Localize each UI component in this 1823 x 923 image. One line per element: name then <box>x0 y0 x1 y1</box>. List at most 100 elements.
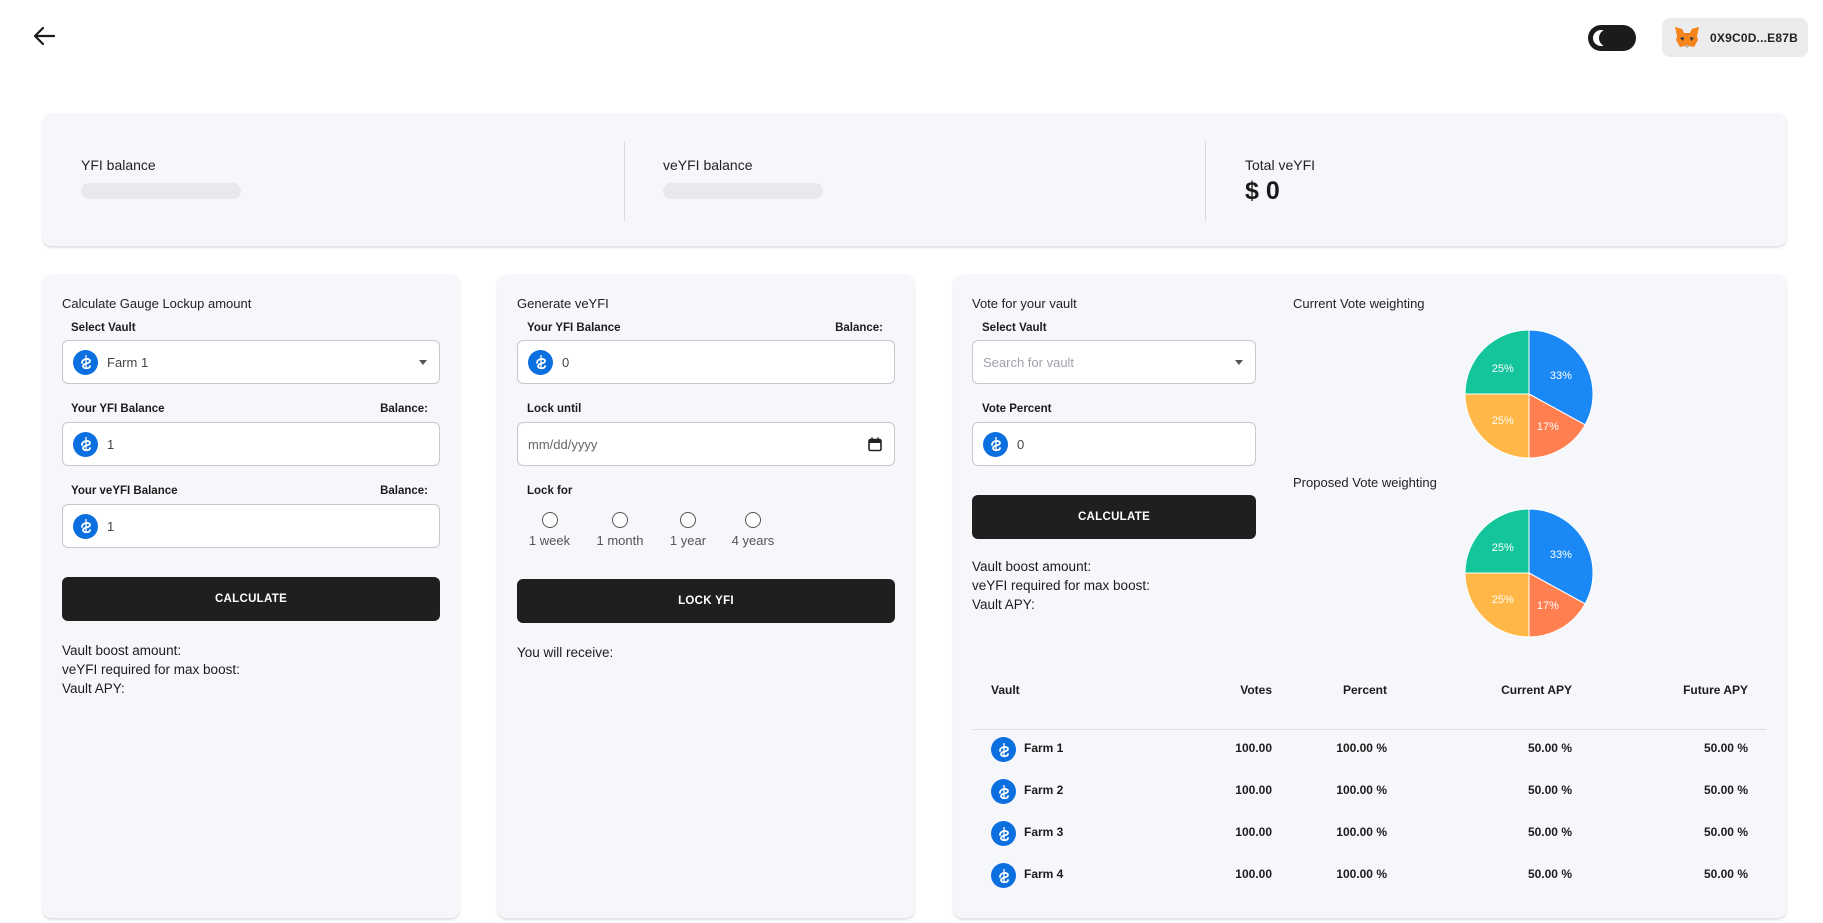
yfi-balance-label: YFI balance <box>81 157 156 173</box>
radio-button[interactable] <box>680 512 696 528</box>
vault-search-select[interactable]: Search for vault <box>972 340 1256 384</box>
balance-panel: YFI balance veYFI balance Total veYFI $ … <box>42 113 1787 246</box>
farm-token-icon <box>991 863 1016 888</box>
lock-option-4-years[interactable]: 4 years <box>729 512 777 548</box>
yfi-balance-field-label: Your YFI Balance <box>71 403 165 415</box>
divider <box>624 141 625 221</box>
future-apy-cell: 50.00 % <box>1703 783 1748 797</box>
veyfi-balance-input[interactable]: 1 <box>62 504 440 548</box>
farm-token-icon <box>991 737 1016 762</box>
you-will-receive: You will receive: <box>517 645 614 660</box>
vault-name-cell: Farm 3 <box>1024 825 1064 839</box>
card-title: Calculate Gauge Lockup amount <box>62 296 252 311</box>
pie-slice-label: 25% <box>1492 594 1514 606</box>
proposed-vote-weighting-pie: 33% 17% 25% 25% <box>1464 508 1594 638</box>
lock-option-label: 1 week <box>528 533 571 548</box>
select-vault-label: Select Vault <box>982 322 1047 334</box>
pie-slice-label: 17% <box>1537 600 1559 612</box>
total-veyfi-value: $ 0 <box>1245 177 1280 205</box>
yfi-token-icon <box>528 349 553 375</box>
future-apy-cell: 50.00 % <box>1703 867 1748 881</box>
veyfi-balance-label: veYFI balance <box>663 157 753 173</box>
yfi-balance-skeleton <box>81 183 241 199</box>
calculate-button[interactable]: CALCULATE <box>62 577 440 621</box>
metamask-fox-icon <box>1675 26 1699 48</box>
vault-name-cell: Farm 4 <box>1024 867 1064 881</box>
pie-slice-label: 25% <box>1492 363 1514 375</box>
radio-button[interactable] <box>541 512 558 528</box>
theme-toggle[interactable] <box>1588 25 1636 51</box>
total-veyfi-block: Total veYFI $ 0 <box>1245 157 1315 206</box>
chevron-down-icon <box>419 360 427 365</box>
percent-cell: 100.00 % <box>1336 783 1387 797</box>
yfi-balance-input[interactable]: 1 <box>62 422 440 466</box>
lock-option-label: 4 years <box>731 533 775 548</box>
vault-select-value: Farm 1 <box>107 354 149 370</box>
select-vault-label: Select Vault <box>71 322 136 334</box>
yfi-amount-value: 0 <box>562 354 570 370</box>
lock-option-label: 1 month <box>596 533 644 548</box>
current-vote-weighting-title: Current Vote weighting <box>1293 296 1425 311</box>
lock-for-label: Lock for <box>527 485 573 497</box>
calendar-icon[interactable] <box>868 437 882 452</box>
lock-option-1-week[interactable]: 1 week <box>528 512 571 548</box>
pie-slice-label: 25% <box>1492 542 1514 554</box>
vote-percent-value: 0 <box>1017 436 1025 452</box>
total-veyfi-label: Total veYFI <box>1245 157 1316 173</box>
table-row[interactable]: Farm 3 100.00 100.00 % 50.00 % 50.00 % <box>972 816 1766 850</box>
vault-boost-amount: Vault boost amount: <box>972 559 1092 574</box>
yfi-balance-block: YFI balance <box>81 157 241 199</box>
balance-hint: Balance: <box>380 403 428 415</box>
veyfi-required: veYFI required for max boost: <box>62 662 240 677</box>
table-row[interactable]: Farm 4 100.00 100.00 % 50.00 % 50.00 % <box>972 858 1766 892</box>
vault-apy: Vault APY: <box>972 597 1035 612</box>
current-apy-cell: 50.00 % <box>1527 867 1572 881</box>
pie-slice-label: 33% <box>1550 549 1572 561</box>
lock-yfi-button[interactable]: LOCK YFI <box>517 579 895 623</box>
table-header-percent: Percent <box>1342 683 1387 697</box>
lock-until-label: Lock until <box>527 403 582 415</box>
votes-cell: 100.00 <box>1235 867 1272 881</box>
table-header-current-apy: Current APY <box>1501 683 1572 697</box>
table-row[interactable]: Farm 1 100.00 100.00 % 50.00 % 50.00 % <box>972 732 1766 766</box>
chevron-down-icon <box>1235 360 1243 365</box>
radio-button[interactable] <box>745 512 761 528</box>
vote-percent-input[interactable]: 0 <box>972 422 1256 466</box>
future-apy-cell: 50.00 % <box>1703 741 1748 755</box>
yfi-token-icon <box>73 513 98 539</box>
table-row[interactable]: Farm 2 100.00 100.00 % 50.00 % 50.00 % <box>972 774 1766 808</box>
vault-select[interactable]: Farm 1 <box>62 340 440 384</box>
yfi-balance-input-value: 1 <box>107 436 115 452</box>
yfi-amount-input[interactable]: 0 <box>517 340 895 384</box>
back-button[interactable] <box>30 22 58 50</box>
wallet-address: 0X9C0D...E87B <box>1710 30 1798 45</box>
radio-button[interactable] <box>612 512 628 528</box>
veyfi-balance-block: veYFI balance <box>663 157 823 199</box>
veyfi-required: veYFI required for max boost: <box>972 578 1150 593</box>
lock-option-label: 1 year <box>669 533 707 548</box>
table-divider <box>972 729 1766 730</box>
calculate-vote-button[interactable]: CALCULATE <box>972 495 1256 539</box>
divider <box>1205 141 1206 221</box>
date-placeholder: mm/dd/yyyy <box>528 436 598 452</box>
pie-slice-label: 17% <box>1537 421 1559 433</box>
current-vote-weighting-pie: 33% 17% 25% 25% <box>1464 329 1594 459</box>
vault-search-placeholder: Search for vault <box>983 354 1075 370</box>
table-header-votes: Votes <box>1240 683 1272 697</box>
vault-apy: Vault APY: <box>62 681 125 696</box>
table-header-vault: Vault <box>991 683 1020 697</box>
farm-token-icon <box>991 779 1016 804</box>
vault-boost-amount: Vault boost amount: <box>62 643 182 658</box>
veyfi-balance-skeleton <box>663 183 823 199</box>
lock-option-1-month[interactable]: 1 month <box>594 512 646 548</box>
wallet-button[interactable]: 0X9C0D...E87B <box>1662 18 1808 57</box>
current-apy-cell: 50.00 % <box>1527 825 1572 839</box>
lock-until-date-input[interactable]: mm/dd/yyyy <box>517 422 895 466</box>
future-apy-cell: 50.00 % <box>1703 825 1748 839</box>
percent-cell: 100.00 % <box>1336 867 1387 881</box>
card-title: Generate veYFI <box>517 296 609 311</box>
percent-cell: 100.00 % <box>1336 825 1387 839</box>
yfi-token-icon <box>983 431 1008 457</box>
lock-option-1-year[interactable]: 1 year <box>668 512 708 548</box>
card-title: Vote for your vault <box>972 296 1077 311</box>
